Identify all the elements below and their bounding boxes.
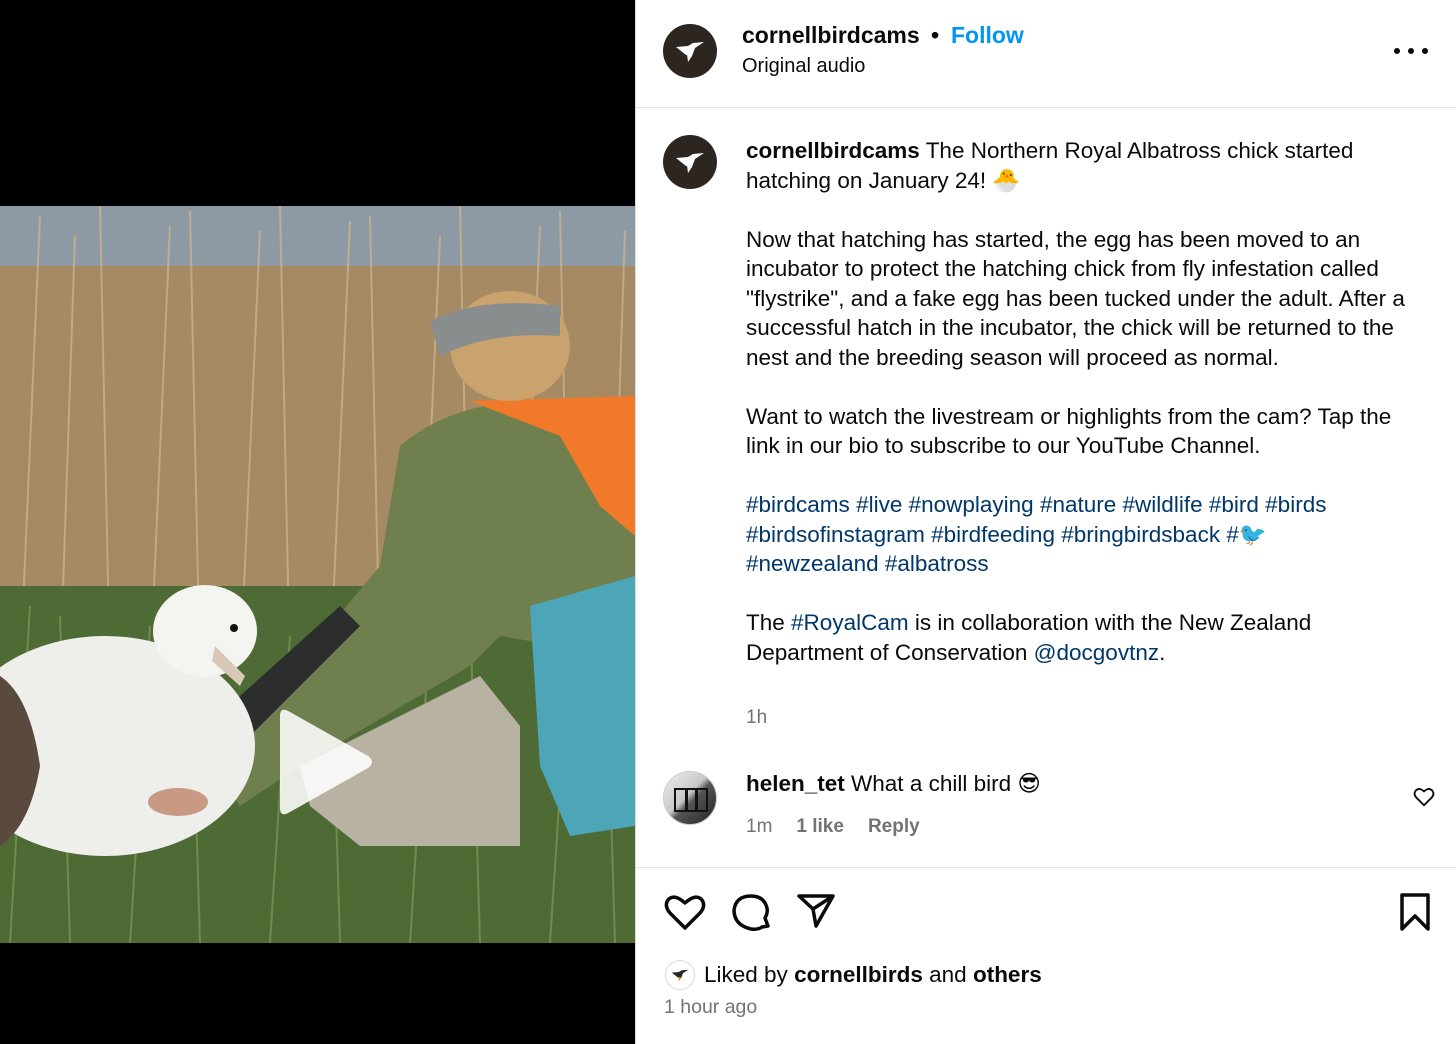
post-timestamp[interactable]: 1 hour ago	[664, 996, 757, 1019]
hashtag[interactable]: #bird	[1209, 492, 1259, 517]
comment-likes[interactable]: 1 like	[796, 816, 844, 838]
caption-para3: Want to watch the livestream or highligh…	[746, 403, 1392, 459]
hashtag-royalcam[interactable]: #RoyalCam	[791, 610, 909, 635]
caption-username[interactable]: cornellbirdcams	[746, 138, 920, 163]
bookmark-icon[interactable]	[1398, 892, 1432, 932]
follow-button[interactable]: Follow	[951, 22, 1024, 49]
hashtag[interactable]: #nature	[1040, 492, 1116, 517]
header-separator: •	[931, 22, 940, 48]
play-button[interactable]	[268, 706, 378, 818]
comment: helen_tet What a chill bird 😎	[746, 771, 1041, 797]
hashtag[interactable]: #birdsofinstagram	[746, 522, 925, 547]
bird-logo-icon	[671, 969, 689, 982]
media-area	[0, 0, 635, 1044]
caption-time[interactable]: 1h	[746, 707, 767, 729]
instagram-post: cornellbirdcams • Follow Original audio …	[0, 0, 1456, 1044]
caption-para5: The #RoyalCam is in collaboration with t…	[746, 608, 1416, 667]
post-header: cornellbirdcams • Follow Original audio	[636, 0, 1456, 108]
liked-by: Liked by cornellbirds and others	[704, 962, 1042, 988]
hashtag[interactable]: #birdcams	[746, 492, 850, 517]
comment-body: What a chill bird 😎	[851, 771, 1041, 796]
comment-meta: 1m 1 like Reply	[746, 816, 920, 838]
caption-para2: Now that hatching has started, the egg h…	[746, 226, 1405, 370]
hashtag[interactable]: #nowplaying	[909, 492, 1034, 517]
comment-heart-icon[interactable]	[1413, 786, 1435, 808]
comment-username[interactable]: helen_tet	[746, 771, 845, 796]
mention-link[interactable]: @docgovtnz	[1034, 640, 1159, 665]
video-frame	[0, 206, 635, 943]
heart-icon[interactable]	[664, 892, 706, 932]
liked-user[interactable]: cornellbirds	[794, 962, 923, 987]
hashtag[interactable]: #newzealand	[746, 551, 879, 576]
hashtag[interactable]: #albatross	[885, 551, 989, 576]
hashtag[interactable]: #wildlife	[1123, 492, 1203, 517]
audio-label[interactable]: Original audio	[742, 55, 865, 78]
play-icon	[280, 709, 372, 815]
commenter-avatar[interactable]	[663, 771, 717, 825]
liked-others[interactable]: others	[973, 962, 1042, 987]
hashtag[interactable]: #🐦	[1226, 522, 1267, 547]
hashtag[interactable]: #birdfeeding	[931, 522, 1055, 547]
hashtag[interactable]: #birds	[1265, 492, 1326, 517]
comment-time[interactable]: 1m	[746, 816, 772, 838]
bird-logo-icon	[676, 42, 704, 62]
liked-prefix: Liked by	[704, 962, 788, 987]
caption-intro: cornellbirdcams The Northern Royal Albat…	[746, 136, 1416, 195]
post-actions: Liked by cornellbirds and others 1 hour …	[636, 867, 1456, 1044]
caption-avatar[interactable]	[663, 135, 717, 189]
caption-hashtags: #birdcams #live #nowplaying #nature #wil…	[746, 490, 1416, 579]
share-icon[interactable]	[796, 892, 836, 930]
post-details-panel: cornellbirdcams • Follow Original audio …	[635, 0, 1456, 1044]
liked-and: and	[929, 962, 967, 987]
hashtag[interactable]: #bringbirdsback	[1061, 522, 1220, 547]
header-username[interactable]: cornellbirdcams	[742, 22, 920, 49]
liked-by-avatar[interactable]	[665, 960, 695, 990]
post-caption: cornellbirdcams The Northern Royal Albat…	[746, 136, 1416, 697]
reply-button[interactable]: Reply	[868, 816, 920, 838]
account-avatar[interactable]	[663, 24, 717, 78]
more-options-icon[interactable]	[1394, 36, 1428, 66]
bird-logo-icon	[676, 153, 704, 173]
caption-para5-suffix: .	[1159, 639, 1166, 665]
caption-para5-prefix: The	[746, 610, 785, 635]
hashtag[interactable]: #live	[856, 492, 902, 517]
comment-icon[interactable]	[730, 892, 772, 934]
video-player[interactable]	[0, 206, 635, 943]
